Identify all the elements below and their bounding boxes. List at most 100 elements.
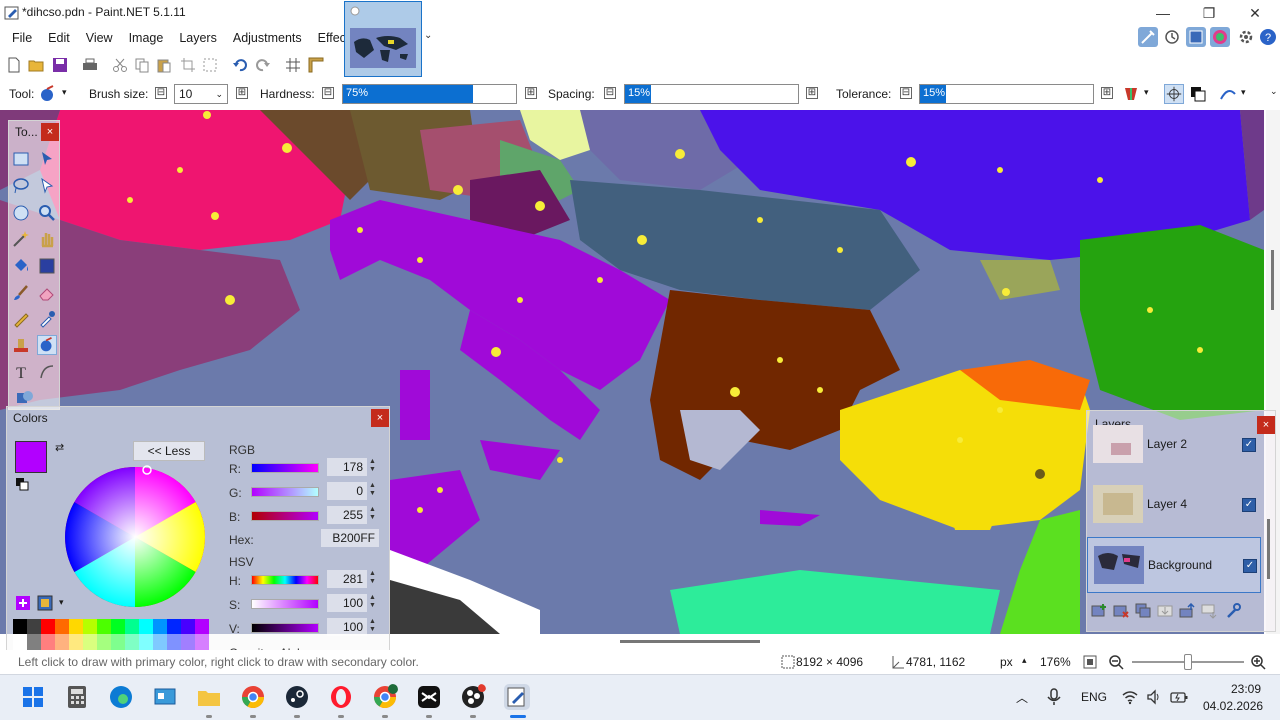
palette-dropdown-icon[interactable]: ▾ <box>59 597 64 608</box>
move-layer-down-icon[interactable] <box>1201 603 1217 619</box>
palette-swatch[interactable] <box>13 634 27 650</box>
palette-swatch[interactable] <box>125 619 139 635</box>
paste-icon[interactable] <box>156 57 172 73</box>
layers-icon[interactable] <box>1186 27 1206 47</box>
tools-icon[interactable] <box>1138 27 1158 47</box>
language-indicator[interactable]: ENG <box>1081 690 1107 704</box>
volume-icon[interactable] <box>1146 689 1162 705</box>
brush-size-increase[interactable]: ⊞ <box>236 87 248 99</box>
file-explorer-icon[interactable] <box>196 684 222 710</box>
sampling-dropdown-icon[interactable]: ▾ <box>1144 87 1149 98</box>
tool-dropdown-icon[interactable]: ▾ <box>62 87 67 98</box>
layer-row-background[interactable]: Background ✓ <box>1087 537 1261 593</box>
r-slider[interactable] <box>251 463 319 473</box>
undo-icon[interactable] <box>232 57 248 73</box>
menu-file[interactable]: File <box>4 26 40 50</box>
swap-colors-icon[interactable]: ⇄ <box>55 441 64 454</box>
zoom-to-window-icon[interactable] <box>1082 654 1098 670</box>
ruler-icon[interactable] <box>308 57 324 73</box>
palette-swatch[interactable] <box>167 619 181 635</box>
r-spinner-icon[interactable]: ▲ ▼ <box>369 458 379 474</box>
merge-layer-down-icon[interactable] <box>1157 603 1173 619</box>
antialias-icon[interactable] <box>1164 84 1184 104</box>
close-window-button[interactable]: ✕ <box>1232 0 1278 26</box>
zoom-slider-thumb[interactable] <box>1184 654 1192 670</box>
palette-swatch[interactable] <box>83 619 97 635</box>
s-value-field[interactable]: 100 <box>327 594 367 612</box>
text-icon[interactable]: T <box>11 362 31 382</box>
palette-swatch[interactable] <box>125 634 139 650</box>
v-slider[interactable] <box>251 623 319 633</box>
palette-swatch[interactable] <box>83 634 97 650</box>
duplicate-layer-icon[interactable] <box>1135 603 1151 619</box>
spacing-increase[interactable]: ⊞ <box>806 87 818 99</box>
paintnet-taskbar-icon[interactable] <box>504 684 530 710</box>
battery-icon[interactable] <box>1170 689 1188 705</box>
zoom-out-icon[interactable] <box>1108 654 1124 670</box>
move-layer-up-icon[interactable] <box>1179 603 1195 619</box>
obs-icon[interactable] <box>460 684 486 710</box>
palette-swatch[interactable] <box>55 619 69 635</box>
vertical-scroll-thumb[interactable] <box>1271 250 1274 310</box>
spacing-decrease[interactable]: ⊟ <box>604 87 616 99</box>
gradient-icon[interactable] <box>37 256 57 276</box>
blend-mode-icon[interactable] <box>1188 84 1208 104</box>
colors-icon[interactable] <box>1210 27 1230 47</box>
paintbrush-icon[interactable] <box>11 283 31 303</box>
grid-icon[interactable] <box>285 57 301 73</box>
palette-swatch[interactable] <box>27 619 41 635</box>
color-wheel[interactable] <box>63 465 207 609</box>
palette-swatch[interactable] <box>97 634 111 650</box>
line-curve-icon[interactable] <box>37 362 57 382</box>
image-tab[interactable] <box>344 1 422 77</box>
magic-wand-icon[interactable] <box>11 229 31 249</box>
palette-menu-icon[interactable] <box>37 595 53 611</box>
add-palette-color-icon[interactable] <box>15 595 31 611</box>
h-slider[interactable] <box>251 575 319 585</box>
calculator-icon[interactable] <box>64 684 90 710</box>
hardness-increase[interactable]: ⊞ <box>525 87 537 99</box>
brush-size-input[interactable]: 10 ⌄ <box>174 84 228 104</box>
menu-image[interactable]: Image <box>121 26 172 50</box>
save-icon[interactable] <box>52 57 68 73</box>
h-spinner-icon[interactable]: ▲ ▼ <box>369 570 379 586</box>
colors-panel-close-button[interactable]: × <box>371 409 389 427</box>
r-value-field[interactable]: 178 <box>327 458 367 476</box>
deselect-icon[interactable] <box>202 57 218 73</box>
delete-layer-icon[interactable] <box>1113 603 1129 619</box>
print-icon[interactable] <box>82 57 98 73</box>
palette-swatch[interactable] <box>111 619 125 635</box>
settings-icon[interactable] <box>1236 27 1256 47</box>
clock-time[interactable]: 23:09 <box>1231 682 1261 696</box>
hex-value-field[interactable]: B200FF <box>321 529 379 547</box>
palette-swatch[interactable] <box>111 634 125 650</box>
hardness-decrease[interactable]: ⊟ <box>322 87 334 99</box>
microphone-icon[interactable] <box>1046 688 1062 706</box>
ellipse-select-icon[interactable] <box>11 203 31 223</box>
palette-swatch[interactable] <box>41 619 55 635</box>
layer-row-layer-4[interactable]: Layer 4 ✓ <box>1087 477 1261 533</box>
edge-browser-icon[interactable] <box>108 684 134 710</box>
g-spinner-icon[interactable]: ▲ ▼ <box>369 482 379 498</box>
tray-overflow-icon[interactable]: ︿ <box>1016 689 1028 706</box>
chrome-icon[interactable] <box>240 684 266 710</box>
b-slider[interactable] <box>251 511 319 521</box>
tolerance-increase[interactable]: ⊞ <box>1101 87 1113 99</box>
tab-dropdown-icon[interactable]: ⌄ <box>424 30 432 41</box>
palette-swatch[interactable] <box>41 634 55 650</box>
palette-swatch[interactable] <box>195 619 209 635</box>
start-icon[interactable] <box>20 684 46 710</box>
less-button[interactable]: << Less <box>133 441 205 461</box>
unit-dropdown-icon[interactable]: ▴ <box>1022 655 1027 666</box>
open-icon[interactable] <box>28 57 44 73</box>
v-spinner-icon[interactable]: ▲ ▼ <box>369 618 379 634</box>
menu-edit[interactable]: Edit <box>40 26 78 50</box>
help-icon[interactable]: ? <box>1258 27 1278 47</box>
layer-visibility-checkbox[interactable]: ✓ <box>1243 559 1257 573</box>
capcut-icon[interactable] <box>416 684 442 710</box>
palette-swatch[interactable] <box>139 634 153 650</box>
layer-visibility-checkbox[interactable]: ✓ <box>1242 438 1256 452</box>
overflow-chevron-icon[interactable]: ⌄ <box>1270 86 1278 97</box>
layer-properties-icon[interactable] <box>1225 603 1241 619</box>
palette-swatch[interactable] <box>27 634 41 650</box>
